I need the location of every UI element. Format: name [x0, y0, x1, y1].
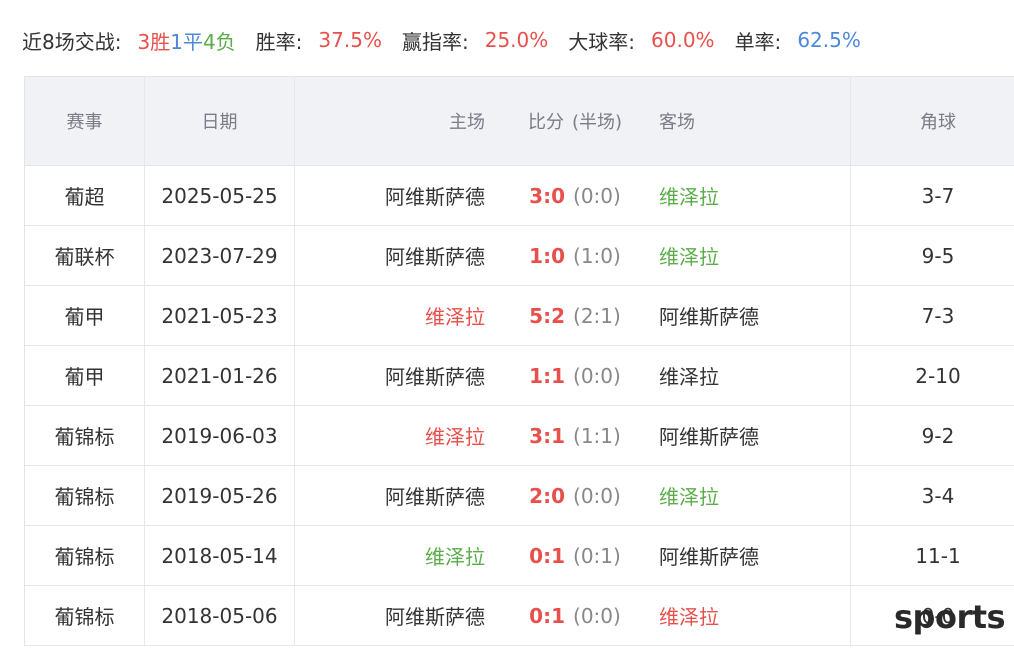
full-time-score: 3:1	[529, 423, 566, 448]
over-rate-label: 大球率:	[568, 29, 636, 54]
header-date: 日期	[145, 77, 295, 165]
cell-score: 3:0 (0:0)	[493, 166, 657, 225]
half-time-score: (0:0)	[573, 483, 621, 508]
header-competition: 赛事	[25, 77, 145, 165]
cell-away-team[interactable]: 维泽拉	[657, 586, 851, 645]
cell-corners: 3-4	[921, 483, 955, 508]
header-half-label: (半场)	[571, 112, 623, 133]
cell-home-team[interactable]: 维泽拉	[295, 406, 493, 465]
cell-date: 2019-05-26	[145, 466, 295, 525]
cell-competition: 葡超	[25, 166, 145, 225]
half-time-score: (1:0)	[573, 243, 621, 268]
cell-corners: 9-5	[921, 243, 955, 268]
summary-losses: 4负	[202, 29, 236, 54]
full-time-score: 5:2	[529, 303, 566, 328]
header-corners: 角球	[920, 112, 956, 133]
h2h-summary: 近8场交战: 3胜 1平 4负 胜率: 37.5% 赢指率: 25.0% 大球率…	[22, 22, 1002, 58]
cell-corners: 11-1	[915, 543, 961, 568]
h2h-table: 赛事 日期 主场 比分 (半场) 客场 角球 葡超 2025-05-25 阿维斯萨德…	[24, 76, 1014, 646]
summary-draws: 1平	[170, 29, 203, 54]
cell-competition: 葡甲	[25, 286, 145, 345]
cell-corners: 3-7	[921, 183, 955, 208]
table-row[interactable]: 葡联杯 2023-07-29 阿维斯萨德 1:0 (1:0) 维泽拉 9-5	[25, 226, 1014, 286]
handicap-rate-label: 赢指率:	[401, 29, 469, 54]
table-row[interactable]: 葡甲 2021-05-23 维泽拉 5:2 (2:1) 阿维斯萨德 7-3	[25, 286, 1014, 346]
half-time-score: (2:1)	[573, 303, 621, 328]
cell-away-team[interactable]: 阿维斯萨德	[657, 526, 851, 585]
odd-rate-label: 单率:	[734, 29, 782, 54]
half-time-score: (1:1)	[573, 423, 621, 448]
cell-date: 2021-01-26	[145, 346, 295, 405]
header-away: 客场	[657, 77, 851, 165]
cell-score: 1:1 (0:0)	[493, 346, 657, 405]
table-row[interactable]: 葡锦标 2019-06-03 维泽拉 3:1 (1:1) 阿维斯萨德 9-2	[25, 406, 1014, 466]
full-time-score: 1:0	[529, 243, 566, 268]
cell-corners: 9-2	[921, 423, 955, 448]
half-time-score: (0:0)	[573, 183, 621, 208]
cell-corners: 7-3	[921, 303, 955, 328]
cell-competition: 葡锦标	[25, 586, 145, 645]
cell-competition: 葡锦标	[25, 466, 145, 525]
full-time-score: 1:1	[529, 363, 566, 388]
cell-home-team[interactable]: 阿维斯萨德	[295, 346, 493, 405]
cell-home-team[interactable]: 阿维斯萨德	[295, 586, 493, 645]
header-score: 比分 (半场)	[493, 77, 657, 165]
cell-score: 3:1 (1:1)	[493, 406, 657, 465]
cell-home-team[interactable]: 阿维斯萨德	[295, 466, 493, 525]
full-time-score: 3:0	[529, 183, 566, 208]
cell-date: 2021-05-23	[145, 286, 295, 345]
win-rate-label: 胜率:	[255, 29, 303, 54]
cell-date: 2023-07-29	[145, 226, 295, 285]
handicap-rate-value: 25.0%	[484, 28, 549, 52]
cell-home-team[interactable]: 维泽拉	[295, 286, 493, 345]
cell-date: 2018-05-06	[145, 586, 295, 645]
header-score-label: 比分	[527, 112, 564, 133]
cell-date: 2018-05-14	[145, 526, 295, 585]
cell-home-team[interactable]: 阿维斯萨德	[295, 166, 493, 225]
summary-wins: 3胜	[137, 29, 171, 54]
cell-score: 0:1 (0:1)	[493, 526, 657, 585]
cell-date: 2019-06-03	[145, 406, 295, 465]
table-row[interactable]: 葡锦标 2019-05-26 阿维斯萨德 2:0 (0:0) 维泽拉 3-4	[25, 466, 1014, 526]
cell-home-team[interactable]: 维泽拉	[295, 526, 493, 585]
cell-home-team[interactable]: 阿维斯萨德	[295, 226, 493, 285]
odd-rate-value: 62.5%	[797, 28, 861, 52]
cell-away-team[interactable]: 阿维斯萨德	[657, 286, 851, 345]
full-time-score: 2:0	[529, 483, 566, 508]
half-time-score: (0:1)	[573, 543, 621, 568]
win-rate-value: 37.5%	[318, 28, 382, 52]
cell-competition: 葡甲	[25, 346, 145, 405]
summary-label: 近8场交战:	[22, 29, 122, 54]
cell-competition: 葡锦标	[25, 406, 145, 465]
full-time-score: 0:1	[529, 543, 566, 568]
cell-score: 0:1 (0:0)	[493, 586, 657, 645]
over-rate-value: 60.0%	[651, 28, 715, 52]
table-body: 葡超 2025-05-25 阿维斯萨德 3:0 (0:0) 维泽拉 3-7 葡联杯 2023-0…	[25, 166, 1014, 646]
cell-away-team[interactable]: 阿维斯萨德	[657, 406, 851, 465]
cell-away-team[interactable]: 维泽拉	[657, 166, 851, 225]
watermark-logo: sports	[894, 598, 1006, 636]
half-time-score: (0:0)	[573, 603, 621, 628]
cell-away-team[interactable]: 维泽拉	[657, 466, 851, 525]
cell-away-team[interactable]: 维泽拉	[657, 226, 851, 285]
cell-competition: 葡联杯	[25, 226, 145, 285]
table-row[interactable]: 葡超 2025-05-25 阿维斯萨德 3:0 (0:0) 维泽拉 3-7	[25, 166, 1014, 226]
half-time-score: (0:0)	[573, 363, 621, 388]
cell-date: 2025-05-25	[145, 166, 295, 225]
full-time-score: 0:1	[529, 603, 566, 628]
table-row[interactable]: 葡甲 2021-01-26 阿维斯萨德 1:1 (0:0) 维泽拉 2-10	[25, 346, 1014, 406]
cell-away-team[interactable]: 维泽拉	[657, 346, 851, 405]
header-home: 主场	[449, 112, 485, 133]
table-row[interactable]: 葡锦标 2018-05-14 维泽拉 0:1 (0:1) 阿维斯萨德 11-1	[25, 526, 1014, 586]
cell-corners: 2-10	[915, 363, 961, 388]
cell-competition: 葡锦标	[25, 526, 145, 585]
cell-score: 1:0 (1:0)	[493, 226, 657, 285]
table-row[interactable]: 葡锦标 2018-05-06 阿维斯萨德 0:1 (0:0) 维泽拉 0-0	[25, 586, 1014, 646]
table-header: 赛事 日期 主场 比分 (半场) 客场 角球	[25, 77, 1014, 166]
cell-score: 5:2 (2:1)	[493, 286, 657, 345]
cell-score: 2:0 (0:0)	[493, 466, 657, 525]
